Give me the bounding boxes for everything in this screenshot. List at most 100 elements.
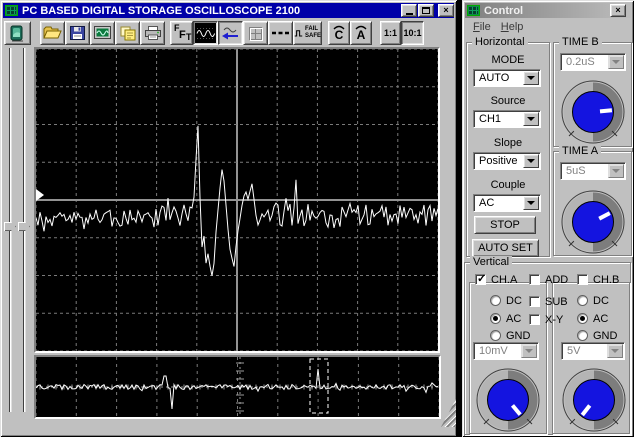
channel-a-gain-knob[interactable]: [473, 365, 543, 435]
grid-toggle-button: [243, 21, 268, 45]
channel-a-gnd-label: GND: [506, 330, 530, 342]
main-titlebar[interactable]: PC BASED DIGITAL STORAGE OSCILLOSCOPE 21…: [3, 3, 454, 18]
channel-b-ac-label: AC: [593, 313, 608, 325]
vertical-group-title: Vertical: [470, 256, 512, 268]
waveform-mode-button[interactable]: [193, 21, 218, 45]
arc-icon: [354, 24, 368, 30]
channel-a-ac-label: AC: [506, 313, 521, 325]
notes-button[interactable]: [115, 21, 140, 45]
arc-icon: [332, 24, 346, 30]
failsafe-label-1: FAIL: [305, 26, 321, 33]
channel-b-checkbox[interactable]: ✓: [577, 274, 588, 285]
maximize-icon: [422, 7, 430, 14]
slope-label: Slope: [467, 137, 549, 149]
close-button[interactable]: ×: [438, 4, 454, 17]
source-dropdown-button[interactable]: [523, 112, 539, 126]
chevron-down-icon: [527, 159, 535, 163]
app-icon: [5, 5, 18, 16]
channel-a-button[interactable]: A: [350, 21, 372, 45]
auto-set-button[interactable]: AUTO SET: [472, 239, 539, 257]
mode-select[interactable]: AUTO: [473, 69, 541, 87]
time-b-select: 0.2uS: [560, 53, 626, 71]
channel-a-slider-thumb[interactable]: [4, 222, 16, 231]
vertical-group: Vertical ✓ CH.A ✓ ADD ✓ CH.B ✓ SUB ✓ X-Y…: [464, 262, 631, 435]
time-a-group: TIME A 5uS: [553, 151, 632, 256]
probe-1-1-button[interactable]: 1:1: [380, 21, 401, 45]
time-a-group-title: TIME A: [559, 145, 601, 157]
channel-b-ac-radio[interactable]: [577, 313, 588, 324]
main-window-title: PC BASED DIGITAL STORAGE OSCILLOSCOPE 21…: [22, 5, 300, 17]
sine-wave-icon: [196, 27, 215, 40]
oscilloscope-window: PC BASED DIGITAL STORAGE OSCILLOSCOPE 21…: [0, 0, 457, 437]
fft-letter-2: F: [179, 29, 186, 41]
chevron-down-icon: [527, 117, 535, 121]
control-close-button[interactable]: ×: [610, 4, 626, 17]
couple-value: AC: [479, 197, 494, 209]
time-a-knob[interactable]: [558, 187, 628, 257]
exit-button[interactable]: [4, 21, 31, 45]
main-scope-display: [34, 47, 440, 353]
source-select[interactable]: CH1: [473, 110, 541, 128]
recall-trace-button[interactable]: [218, 21, 243, 45]
channel-a-checkbox-label: CH.A: [491, 274, 517, 286]
horizontal-group-title: Horizontal: [472, 36, 528, 48]
xy-checkbox-label: X-Y: [545, 314, 563, 326]
control-menubar: File Help: [465, 19, 631, 35]
add-checkbox-label: ADD: [545, 274, 568, 286]
open-file-button[interactable]: [40, 21, 65, 45]
channel-b-gain-knob[interactable]: [559, 365, 629, 435]
chevron-down-icon: [527, 201, 535, 205]
slope-dropdown-button[interactable]: [523, 154, 539, 168]
sub-checkbox[interactable]: ✓: [529, 296, 540, 307]
stop-button[interactable]: STOP: [474, 216, 536, 234]
time-a-select: 5uS: [560, 162, 626, 180]
chevron-down-icon: [611, 349, 619, 353]
source-value: CH1: [479, 113, 501, 125]
mode-value: AUTO: [479, 72, 509, 84]
channel-a-dc-radio[interactable]: [490, 295, 501, 306]
couple-dropdown-button[interactable]: [523, 196, 539, 210]
channel-a-checkbox[interactable]: ✓: [475, 274, 486, 285]
desktop: PC BASED DIGITAL STORAGE OSCILLOSCOPE 21…: [0, 0, 634, 437]
chevron-down-icon: [612, 60, 620, 64]
control-titlebar[interactable]: Control: [465, 3, 631, 18]
menu-file[interactable]: File: [473, 21, 491, 33]
time-b-value: 0.2uS: [566, 56, 595, 68]
print-button[interactable]: [140, 21, 165, 45]
failsafe-button[interactable]: FAIL SAFE: [293, 21, 322, 45]
couple-select[interactable]: AC: [473, 194, 541, 212]
slope-value: Positive: [479, 155, 518, 167]
source-label: Source: [467, 95, 549, 107]
maximize-button[interactable]: [418, 4, 434, 17]
save-button[interactable]: [65, 21, 90, 45]
channel-c-button[interactable]: C: [328, 21, 350, 45]
couple-label: Couple: [467, 179, 549, 191]
overview-display: [34, 355, 441, 419]
screen-capture-button[interactable]: [90, 21, 115, 45]
resize-grip[interactable]: [441, 399, 456, 427]
probe-10-1-button[interactable]: 10:1: [401, 21, 424, 45]
trigger-level-marker[interactable]: [36, 189, 44, 201]
channel-b-slider-thumb[interactable]: [18, 222, 30, 231]
mode-dropdown-button[interactable]: [523, 71, 539, 85]
mode-label: MODE: [467, 54, 549, 66]
fft-letter-3: T: [186, 32, 192, 42]
add-checkbox[interactable]: ✓: [529, 274, 540, 285]
minimize-button[interactable]: [401, 4, 417, 17]
grid-icon: [247, 26, 264, 41]
channel-a-range-select: 10mV: [473, 342, 539, 360]
channel-b-gnd-radio[interactable]: [577, 330, 588, 341]
channel-a-ac-radio[interactable]: [490, 313, 501, 324]
time-b-knob[interactable]: [558, 77, 628, 147]
slope-select[interactable]: Positive: [473, 152, 541, 170]
time-a-dropdown-button: [608, 164, 624, 178]
time-b-group: TIME B 0.2uS: [553, 42, 632, 147]
dotted-trace-button[interactable]: [268, 21, 293, 45]
menu-help[interactable]: Help: [501, 21, 524, 33]
channel-b-dc-radio[interactable]: [577, 295, 588, 306]
close-icon: ×: [443, 6, 448, 15]
screen-capture-icon: [94, 26, 111, 40]
xy-checkbox[interactable]: ✓: [529, 314, 540, 325]
fft-button[interactable]: F F T: [170, 21, 193, 45]
channel-a-gnd-radio[interactable]: [490, 330, 501, 341]
